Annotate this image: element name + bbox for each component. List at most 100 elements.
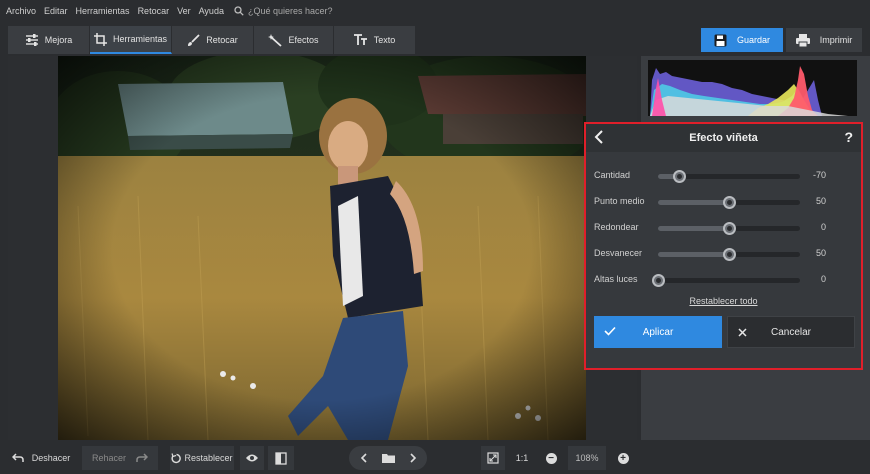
slider-label: Redondear [594,222,639,232]
redo-icon [136,453,149,462]
redo-label: Rehacer [91,453,127,463]
undo-icon [11,453,24,462]
help-button[interactable]: ? [844,129,853,145]
slider-label: Desvanecer [594,248,643,258]
reset-all-link[interactable]: Restablecer todo [586,296,861,306]
menu-retocar[interactable]: Retocar [138,6,170,16]
plus-icon: + [617,452,629,464]
crop-icon [93,32,107,46]
slider-label: Cantidad [594,170,631,180]
print-label: Imprimir [819,35,853,45]
fit-screen-icon [487,452,499,464]
slider-fill [658,252,729,257]
histogram [648,60,857,116]
tab-texto[interactable]: Texto [334,26,416,54]
reset-button[interactable]: Restablecer [170,446,234,470]
menu-ayuda[interactable]: Ayuda [199,6,224,16]
floppy-disk-icon [714,34,727,46]
slider-knob[interactable] [723,222,736,235]
folder-icon[interactable] [381,453,395,463]
magic-wand-icon [268,33,283,47]
menu-editar[interactable]: Editar [44,6,68,16]
panel-title: Efecto viñeta [689,132,758,144]
tab-label: Texto [373,35,396,45]
navigation-group [349,446,427,470]
compare-icon [275,451,287,465]
tab-mejora[interactable]: Mejora [8,26,90,54]
slider-track[interactable] [652,274,800,287]
image-canvas[interactable] [8,56,637,440]
chevron-left-icon[interactable] [594,130,604,144]
slider-value: 50 [815,196,826,206]
photo-image [58,56,586,440]
search-box[interactable]: ¿Qué quieres hacer? [234,6,333,16]
bottom-bar: Deshacer Rehacer Restablecer 1:1 − 108% … [0,442,870,474]
slider-redondear[interactable]: Redondear 0 [594,220,856,236]
panel-header: Efecto viñeta [586,124,861,152]
menu-archivo[interactable]: Archivo [6,6,36,16]
slider-value: 50 [815,248,826,258]
redo-button[interactable]: Rehacer [82,446,158,470]
text-icon [353,34,367,45]
print-button[interactable]: Imprimir [786,28,862,52]
slider-label: Punto medio [594,196,645,206]
slider-knob[interactable] [723,196,736,209]
chevron-right-icon[interactable] [409,453,417,463]
vignette-panel: Efecto viñeta ? Cantidad -70 Punto medio… [584,122,863,370]
photo-preview[interactable] [58,56,586,440]
search-icon [234,6,244,16]
apply-button[interactable]: Aplicar [594,316,722,348]
slider-value: 0 [820,274,826,284]
slider-knob[interactable] [652,274,665,287]
printer-icon [795,33,810,47]
undo-label: Deshacer [31,453,71,463]
slider-value: 0 [820,222,826,232]
tab-label: Efectos [288,35,319,45]
zoom-out-button[interactable]: − [540,446,562,470]
slider-fill [658,226,729,231]
menu-ver[interactable]: Ver [177,6,191,16]
cancel-label: Cancelar [770,326,812,338]
slider-track[interactable] [658,222,800,235]
undo-button[interactable]: Deshacer [8,446,74,470]
preview-button[interactable] [240,446,264,470]
save-button[interactable]: Guardar [701,28,783,52]
sliders-icon [25,34,38,46]
menu-herramientas[interactable]: Herramientas [76,6,130,16]
menu-bar: Archivo Editar Herramientas Retocar Ver … [0,0,870,22]
slider-track[interactable] [658,170,800,183]
compare-button[interactable] [268,446,294,470]
tab-bar: Mejora Herramientas Retocar Efectos Text… [8,26,416,54]
slider-cantidad[interactable]: Cantidad -70 [594,168,856,184]
slider-punto-medio[interactable]: Punto medio 50 [594,194,856,210]
actual-size-button[interactable]: 1:1 [510,446,534,470]
slider-track[interactable] [658,196,800,209]
apply-label: Aplicar [642,326,674,338]
zoom-level[interactable]: 108% [568,446,606,470]
tab-herramientas[interactable]: Herramientas [90,26,172,54]
chevron-left-icon[interactable] [360,453,368,463]
close-icon [738,328,747,337]
slider-label: Altas luces [594,274,638,284]
slider-desvanecer[interactable]: Desvanecer 50 [594,246,856,262]
brush-icon [188,33,200,46]
tab-label: Mejora [44,35,73,45]
slider-altas-luces[interactable]: Altas luces 0 [594,272,856,288]
cancel-button[interactable]: Cancelar [727,316,855,348]
slider-knob[interactable] [673,170,687,183]
eye-icon [246,454,258,462]
slider-track[interactable] [658,248,800,261]
search-placeholder: ¿Qué quieres hacer? [247,6,333,16]
tab-label: Retocar [206,35,238,45]
tab-retocar[interactable]: Retocar [172,26,254,54]
tab-efectos[interactable]: Efectos [254,26,334,54]
slider-fill [658,200,729,205]
fit-to-screen-button[interactable] [481,446,505,470]
check-icon [604,326,616,336]
reset-icon [171,452,182,463]
save-label: Guardar [736,35,771,45]
slider-knob[interactable] [723,248,736,261]
tab-label: Herramientas [112,34,168,44]
zoom-in-button[interactable]: + [612,446,634,470]
minus-icon: − [545,452,557,464]
